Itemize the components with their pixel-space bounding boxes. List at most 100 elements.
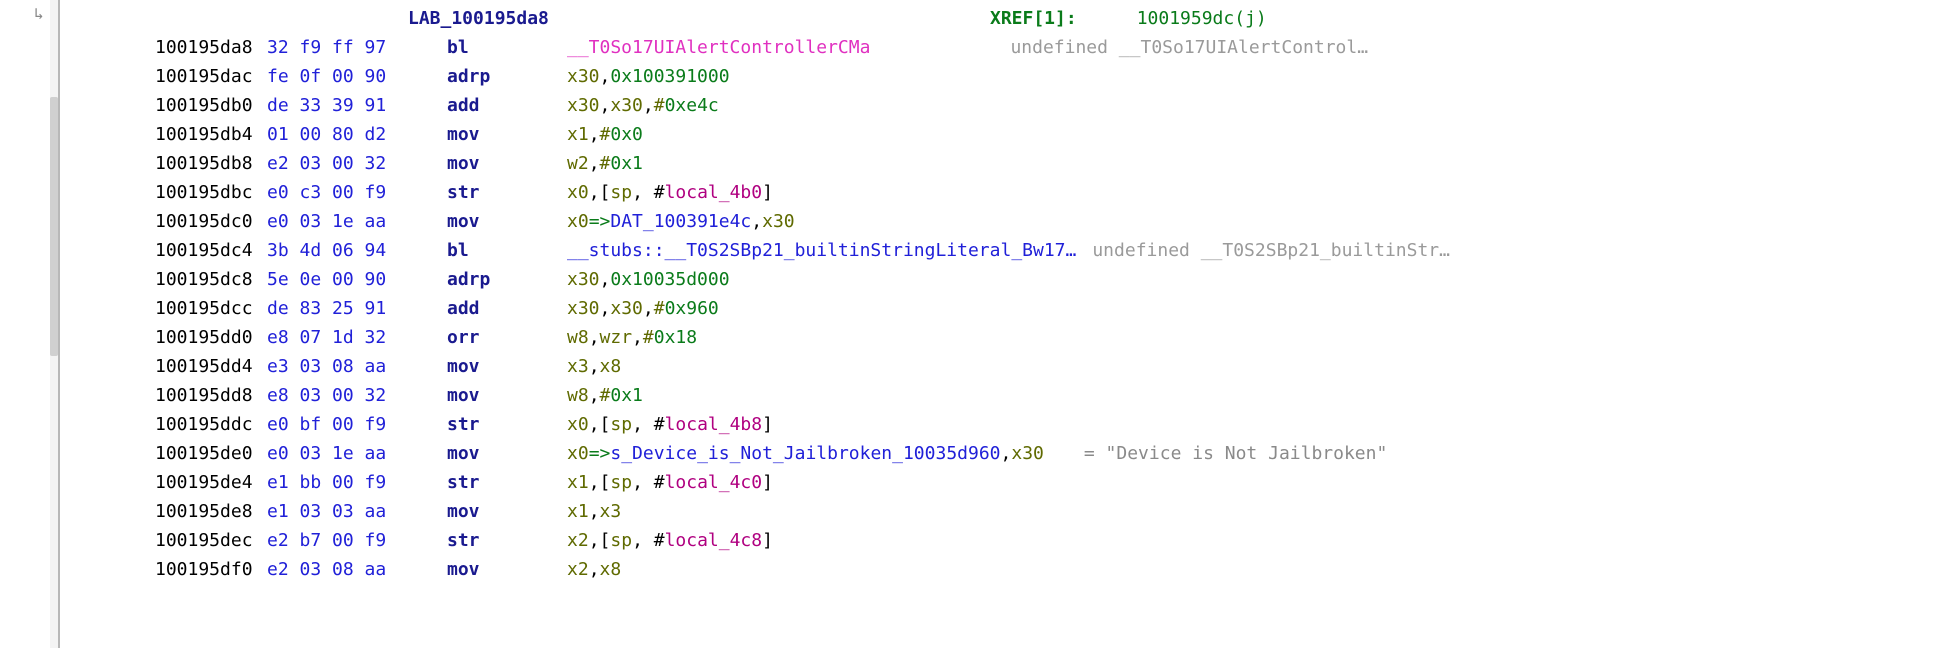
address[interactable]: 100195ddc <box>155 410 267 439</box>
register-operand[interactable]: x1 <box>567 124 589 145</box>
mnemonic[interactable]: bl <box>447 33 567 62</box>
address[interactable]: 100195dd8 <box>155 381 267 410</box>
scrollbar-thumb[interactable] <box>50 97 58 356</box>
mnemonic[interactable]: mov <box>447 149 567 178</box>
register-operand[interactable]: x30 <box>1011 443 1044 464</box>
local-variable[interactable]: local_4b0 <box>665 182 763 203</box>
instruction-row[interactable]: 100195dc85e 0e 00 90adrpx30,0x10035d000 <box>70 265 1940 294</box>
number-operand[interactable]: => <box>589 443 611 464</box>
instruction-row[interactable]: 100195dd4e3 03 08 aamovx3,x8 <box>70 352 1940 381</box>
register-operand[interactable]: x30 <box>567 269 600 290</box>
instruction-row[interactable]: 100195dc0e0 03 1e aamovx0=>DAT_100391e4c… <box>70 207 1940 236</box>
instruction-row[interactable]: 100195db8e2 03 00 32movw2,#0x1 <box>70 149 1940 178</box>
register-operand[interactable]: x30 <box>567 95 600 116</box>
mnemonic[interactable]: str <box>447 468 567 497</box>
mnemonic[interactable]: bl <box>447 236 567 265</box>
mnemonic[interactable]: mov <box>447 439 567 468</box>
symbol-operand[interactable]: __stubs::__T0S2SBp21_builtinStringLitera… <box>567 240 1076 261</box>
instruction-row[interactable]: 100195dd0e8 07 1d 32orrw8,wzr,#0x18 <box>70 323 1940 352</box>
register-operand[interactable]: x0 <box>567 182 589 203</box>
address[interactable]: 100195dec <box>155 526 267 555</box>
number-operand[interactable]: 0x1 <box>610 153 643 174</box>
register-operand[interactable]: # <box>600 385 611 406</box>
address[interactable]: 100195de4 <box>155 468 267 497</box>
register-operand[interactable]: x1 <box>567 501 589 522</box>
address[interactable]: 100195dbc <box>155 178 267 207</box>
register-operand[interactable]: wzr <box>600 327 633 348</box>
register-operand[interactable]: x2 <box>567 530 589 551</box>
register-operand[interactable]: x30 <box>762 211 795 232</box>
instruction-row[interactable]: 100195dece2 b7 00 f9strx2,[sp, #local_4c… <box>70 526 1940 555</box>
address[interactable]: 100195dc0 <box>155 207 267 236</box>
number-operand[interactable]: 0x0 <box>610 124 643 145</box>
mnemonic[interactable]: add <box>447 294 567 323</box>
number-operand[interactable]: 0xe4c <box>665 95 719 116</box>
code-label-row[interactable]: LAB_100195da8 XREF[1]: 1001959dc(j) <box>70 4 1940 33</box>
register-operand[interactable]: x3 <box>600 501 622 522</box>
mnemonic[interactable]: mov <box>447 207 567 236</box>
register-operand[interactable]: x0 <box>567 414 589 435</box>
register-operand[interactable]: x0 <box>567 443 589 464</box>
address[interactable]: 100195dd4 <box>155 352 267 381</box>
address[interactable]: 100195de0 <box>155 439 267 468</box>
register-operand[interactable]: x30 <box>610 95 643 116</box>
address[interactable]: 100195db4 <box>155 120 267 149</box>
symbol-operand[interactable]: DAT_100391e4c <box>610 211 751 232</box>
register-operand[interactable]: # <box>600 153 611 174</box>
mnemonic[interactable]: adrp <box>447 62 567 91</box>
address[interactable]: 100195de8 <box>155 497 267 526</box>
call-target[interactable]: __T0So17UIAlertControllerCMa <box>567 37 870 58</box>
register-operand[interactable]: # <box>654 95 665 116</box>
register-operand[interactable]: x30 <box>567 298 600 319</box>
mnemonic[interactable]: str <box>447 178 567 207</box>
register-operand[interactable]: w8 <box>567 327 589 348</box>
register-operand[interactable]: x1 <box>567 472 589 493</box>
number-operand[interactable]: 0x960 <box>665 298 719 319</box>
address[interactable]: 100195df0 <box>155 555 267 584</box>
instruction-row[interactable]: 100195db0de 33 39 91addx30,x30,#0xe4c <box>70 91 1940 120</box>
instruction-row[interactable]: 100195dacfe 0f 00 90adrpx30,0x100391000 <box>70 62 1940 91</box>
register-operand[interactable]: x8 <box>600 356 622 377</box>
number-operand[interactable]: 0x1 <box>610 385 643 406</box>
mnemonic[interactable]: mov <box>447 352 567 381</box>
address[interactable]: 100195dd0 <box>155 323 267 352</box>
local-variable[interactable]: local_4b8 <box>665 414 763 435</box>
register-operand[interactable]: x3 <box>567 356 589 377</box>
number-operand[interactable]: 0x18 <box>654 327 697 348</box>
instruction-row[interactable]: 100195df0e2 03 08 aamovx2,x8 <box>70 555 1940 584</box>
register-operand[interactable]: sp <box>610 472 632 493</box>
address[interactable]: 100195dc4 <box>155 236 267 265</box>
mnemonic[interactable]: mov <box>447 497 567 526</box>
address[interactable]: 100195dc8 <box>155 265 267 294</box>
number-operand[interactable]: 0x100391000 <box>610 66 729 87</box>
address[interactable]: 100195dac <box>155 62 267 91</box>
mnemonic[interactable]: str <box>447 410 567 439</box>
mnemonic[interactable]: orr <box>447 323 567 352</box>
register-operand[interactable]: sp <box>610 414 632 435</box>
address[interactable]: 100195db0 <box>155 91 267 120</box>
mnemonic[interactable]: mov <box>447 555 567 584</box>
number-operand[interactable]: 0x10035d000 <box>610 269 729 290</box>
register-operand[interactable]: x30 <box>610 298 643 319</box>
instruction-row[interactable]: 100195dc43b 4d 06 94bl__stubs::__T0S2SBp… <box>70 236 1940 265</box>
xref-target[interactable]: 1001959dc(j) <box>1137 4 1267 33</box>
mnemonic[interactable]: mov <box>447 381 567 410</box>
mnemonic[interactable]: add <box>447 91 567 120</box>
register-operand[interactable]: sp <box>610 182 632 203</box>
instruction-row[interactable]: 100195da832 f9 ff 97bl__T0So17UIAlertCon… <box>70 33 1940 62</box>
mnemonic[interactable]: adrp <box>447 265 567 294</box>
address[interactable]: 100195dcc <box>155 294 267 323</box>
register-operand[interactable]: x0 <box>567 211 589 232</box>
mnemonic[interactable]: mov <box>447 120 567 149</box>
instruction-row[interactable]: 100195dccde 83 25 91addx30,x30,#0x960 <box>70 294 1940 323</box>
register-operand[interactable]: x8 <box>600 559 622 580</box>
register-operand[interactable]: x2 <box>567 559 589 580</box>
mnemonic[interactable]: str <box>447 526 567 555</box>
register-operand[interactable]: w2 <box>567 153 589 174</box>
register-operand[interactable]: # <box>654 298 665 319</box>
register-operand[interactable]: sp <box>610 530 632 551</box>
code-label[interactable]: LAB_100195da8 <box>408 4 990 33</box>
symbol-operand[interactable]: s_Device_is_Not_Jailbroken_10035d960 <box>610 443 1000 464</box>
listing-view[interactable]: LAB_100195da8 XREF[1]: 1001959dc(j) 1001… <box>60 0 1940 648</box>
local-variable[interactable]: local_4c8 <box>665 530 763 551</box>
